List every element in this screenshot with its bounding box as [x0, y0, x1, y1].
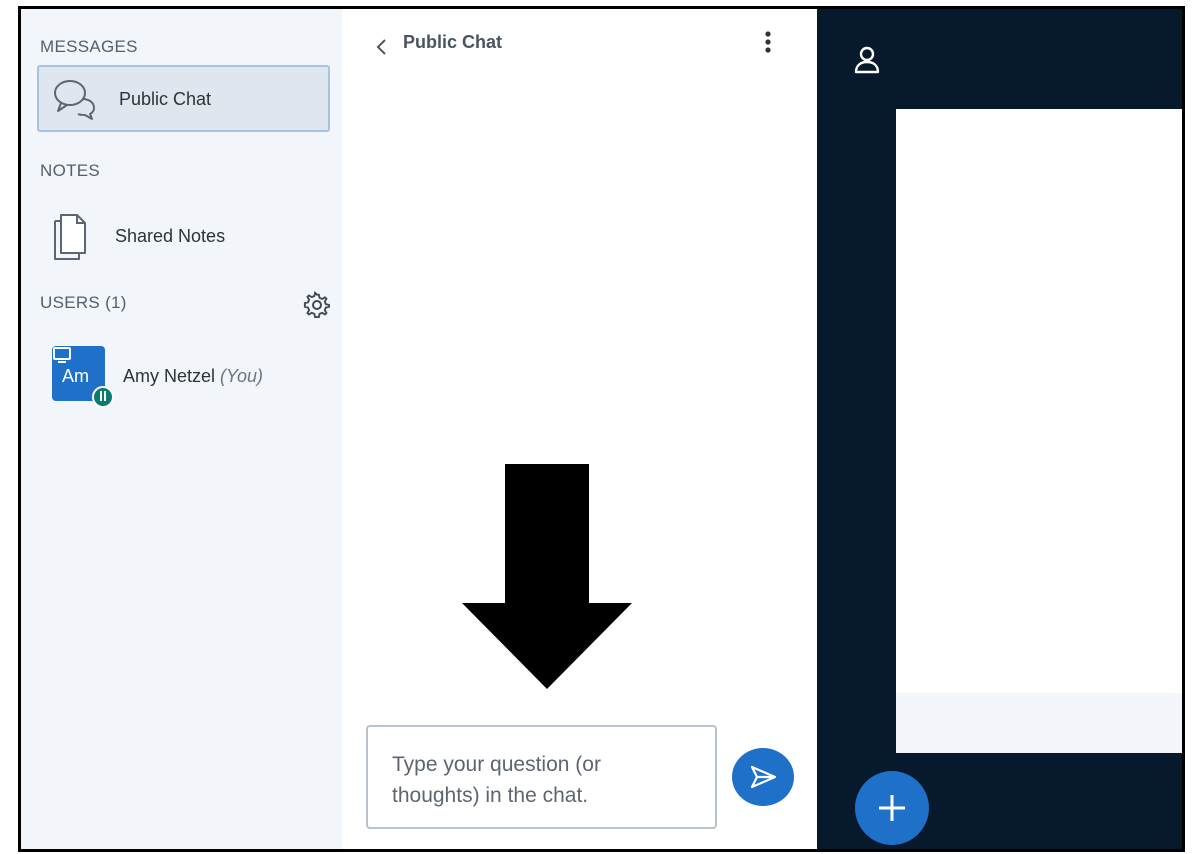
shared-notes-label: Shared Notes — [115, 226, 226, 246]
chat-message-input[interactable]: Type your question (or thoughts) in the … — [366, 725, 717, 829]
actions-button[interactable] — [855, 771, 929, 845]
avatar: Am — [52, 346, 114, 408]
user-icon[interactable] — [853, 45, 881, 80]
users-section-label: USERS (1) — [40, 293, 127, 312]
chat-bubbles-icon — [52, 78, 98, 125]
sidebar-item-public-chat[interactable]: Public Chat — [37, 65, 330, 132]
send-button[interactable] — [732, 748, 794, 806]
down-arrow — [462, 464, 632, 689]
plus-icon — [879, 795, 905, 821]
you-tag: (You) — [220, 366, 264, 386]
sidebar-item-shared-notes[interactable]: Shared Notes — [37, 205, 330, 272]
user-list-panel: MESSAGES Public Chat NOTES Shared Notes … — [21, 9, 342, 849]
public-chat-panel: Public Chat Type your question (or thoug… — [342, 9, 817, 849]
gear-icon[interactable] — [303, 291, 331, 319]
avatar-initials: Am — [62, 366, 89, 386]
presentation-toolbar — [896, 693, 1182, 753]
send-icon — [750, 765, 777, 789]
chat-title[interactable]: Public Chat — [403, 32, 502, 53]
kebab-menu-icon[interactable] — [758, 29, 778, 59]
notes-section-label: NOTES — [40, 161, 101, 180]
headset-icon — [92, 386, 114, 408]
public-chat-label: Public Chat — [119, 89, 212, 109]
chevron-left-icon[interactable] — [372, 37, 392, 57]
user-name-text: Amy Netzel — [123, 366, 216, 386]
document-icon — [51, 213, 91, 268]
app-window: MESSAGES Public Chat NOTES Shared Notes … — [18, 6, 1185, 852]
messages-section-label: MESSAGES — [40, 37, 138, 56]
user-list-item[interactable]: Am Amy Netzel (You) — [49, 343, 329, 413]
presentation-area — [817, 9, 1182, 849]
user-name: Amy Netzel (You) — [123, 366, 263, 387]
presentation-slide — [896, 109, 1182, 753]
